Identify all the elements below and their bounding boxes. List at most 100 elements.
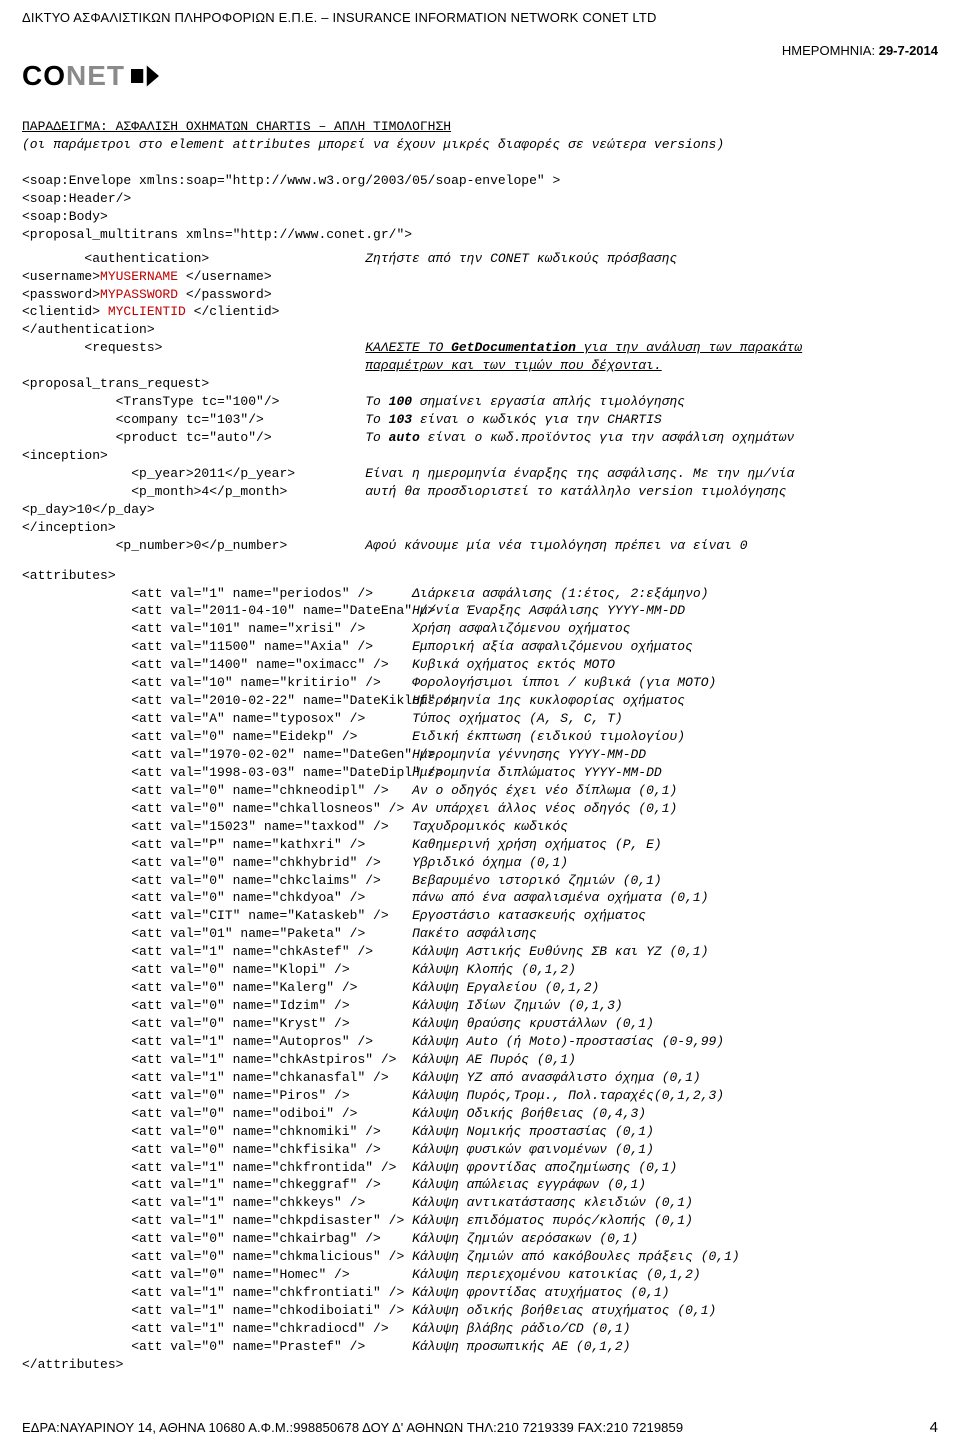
code-comment: Ταχυδρομικός κωδικός (412, 818, 938, 836)
code-left: <att val="0" name="chkallosneos" /> (22, 800, 412, 818)
code-comment: Κάλυψη Αστικής Ευθύνης ΣΒ και ΥΖ (0,1) (412, 943, 938, 961)
page-number: 4 (930, 1419, 938, 1436)
code-comment: Ειδική έκπτωση (ειδικού τιμολογίου) (412, 728, 938, 746)
code-attr-line: <att val="1" name="chkkeys" />Κάλυψη αντ… (22, 1194, 938, 1212)
code-left: <att val="2010-02-22" name="DateKiklof" … (22, 692, 412, 710)
code-left: <att val="2011-04-10" name="DateEna" /> (22, 602, 412, 620)
logo-text-black: CO (22, 60, 66, 91)
code-comment: Κάλυψη Νομικής προστασίας (0,1) (412, 1123, 938, 1141)
code-attr-line: <att val="0" name="Piros" />Κάλυψη Πυρός… (22, 1087, 938, 1105)
code-left: <att val="15023" name="taxkod" /> (22, 818, 412, 836)
code-left: <att val="0" name="chknomiki" /> (22, 1123, 412, 1141)
logo-text-gray: NET (66, 60, 125, 91)
code-left: <att val="0" name="chkmalicious" /> (22, 1248, 412, 1266)
code-attr-line: <att val="1" name="chkodiboiati" />Κάλυψ… (22, 1302, 938, 1320)
code-left: <att val="1" name="Autopros" /> (22, 1033, 412, 1051)
code-left: <p_month>4</p_month> (22, 483, 365, 501)
code-block: <soap:Envelope xmlns:soap="http://www.w3… (22, 172, 938, 1374)
code-comment: Υβριδικό όχημα (0,1) (412, 854, 938, 872)
code-comment: Κάλυψη οδικής βοήθειας ατυχήματος (0,1) (412, 1302, 938, 1320)
code-comment: Κάλυψη αντικατάστασης κλειδιών (0,1) (412, 1194, 938, 1212)
code-attr-line: <att val="2011-04-10" name="DateEna" />Η… (22, 602, 938, 620)
code-line: <product tc="auto"/> Το auto είναι ο κωδ… (22, 429, 938, 447)
clientid-value: MYCLIENTID (108, 304, 194, 319)
code-comment: Χρήση ασφαλιζόμενου οχήματος (412, 620, 938, 638)
code-left: <att val="01" name="Paketa" /> (22, 925, 412, 943)
code-attr-line: <att val="01" name="Paketa" />Πακέτο ασφ… (22, 925, 938, 943)
code-attr-line: <att val="15023" name="taxkod" />Ταχυδρο… (22, 818, 938, 836)
code-comment: Εργοστάσιο κατασκευής οχήματος (412, 907, 938, 925)
code-comment: Είναι η ημερομηνία έναρξης της ασφάλισης… (365, 465, 938, 483)
code-left: <att val="0" name="Kryst" /> (22, 1015, 412, 1033)
code-left: <att val="0" name="chkclaims" /> (22, 872, 412, 890)
code-comment: Κάλυψη Πυρός,Τρομ., Πολ.ταραχές(0,1,2,3) (412, 1087, 938, 1105)
code-attr-line: <att val="0" name="Kalerg" />Κάλυψη Εργα… (22, 979, 938, 997)
code-attr-line: <att val="0" name="chkdyoa" />πάνω από έ… (22, 889, 938, 907)
code-left: <att val="1" name="chkradiocd" /> (22, 1320, 412, 1338)
code-attr-line: <att val="A" name="typosox" />Τύπος οχήμ… (22, 710, 938, 728)
code-attr-line: <att val="0" name="Eidekp" />Ειδική έκπτ… (22, 728, 938, 746)
code-comment: ΚΑΛΕΣΤΕ ΤΟ GetDocumentation για την ανάλ… (365, 339, 938, 357)
code-line: </inception> (22, 519, 938, 537)
code-left: <att val="0" name="chkfisika" /> (22, 1141, 412, 1159)
code-line: </attributes> (22, 1356, 938, 1374)
code-line: <p_day>10</p_day> (22, 501, 938, 519)
code-left: <att val="0" name="chkdyoa" /> (22, 889, 412, 907)
code-left: <att val="1" name="chkfrontiati" /> (22, 1284, 412, 1302)
code-attr-line: <att val="0" name="chkclaims" />Βεβαρυμέ… (22, 872, 938, 890)
code-attr-line: <att val="0" name="chkmalicious" />Κάλυψ… (22, 1248, 938, 1266)
code-left: <company tc="103"/> (22, 411, 365, 429)
code-comment: Τύπος οχήματος (A, S, C, T) (412, 710, 938, 728)
code-comment: παραμέτρων και των τιμών που δέχονται. (365, 357, 938, 375)
code-comment: Κάλυψη περιεχομένου κατοικίας (0,1,2) (412, 1266, 938, 1284)
code-left: <att val="0" name="Piros" /> (22, 1087, 412, 1105)
code-left: <att val="1998-03-03" name="DateDipl" /> (22, 764, 412, 782)
code-line: <p_month>4</p_month> αυτή θα προσδιοριστ… (22, 483, 938, 501)
code-comment: Κάλυψη φροντίδας αποζημίωσης (0,1) (412, 1159, 938, 1177)
code-left: <att val="1970-02-02" name="DateGen" /> (22, 746, 412, 764)
code-comment: Κάλυψη φροντίδας ατυχήματος (0,1) (412, 1284, 938, 1302)
code-attr-line: <att val="0" name="Prastef" />Κάλυψη προ… (22, 1338, 938, 1356)
code-comment: Πακέτο ασφάλισης (412, 925, 938, 943)
code-left: <att val="0" name="chkhybrid" /> (22, 854, 412, 872)
code-left: <att val="1" name="periodos" /> (22, 585, 412, 603)
code-left: <authentication> (22, 250, 365, 268)
code-left: <att val="11500" name="Axia" /> (22, 638, 412, 656)
code-comment: Κάλυψη ΥΖ από ανασφάλιστο όχημα (0,1) (412, 1069, 938, 1087)
code-left: <att val="0" name="Prastef" /> (22, 1338, 412, 1356)
code-line: </authentication> (22, 321, 938, 339)
code-line: <TransType tc="100"/> Το 100 σημαίνει ερ… (22, 393, 938, 411)
code-comment: Ημερομηνία διπλώματος YYYY-MM-DD (412, 764, 938, 782)
code-left: <att val="1" name="chkAstef" /> (22, 943, 412, 961)
code-line: <clientid> MYCLIENTID </clientid> (22, 303, 938, 321)
code-attr-line: <att val="1" name="chkanasfal" />Κάλυψη … (22, 1069, 938, 1087)
code-comment: Ημ/νία Έναρξης Ασφάλισης YYYY-MM-DD (412, 602, 938, 620)
doc-title: ΠΑΡΑΔΕΙΓΜΑ: ΑΣΦΑΛΙΣΗ ΟΧΗΜΑΤΩΝ CHARTIS – … (22, 118, 938, 136)
code-left: <att val="0" name="Eidekp" /> (22, 728, 412, 746)
code-comment: Διάρκεια ασφάλισης (1:έτος, 2:εξάμηνο) (412, 585, 938, 603)
code-line: <requests> ΚΑΛΕΣΤΕ ΤΟ GetDocumentation γ… (22, 339, 938, 357)
code-attr-line: <att val="0" name="chkneodipl" />Αν ο οδ… (22, 782, 938, 800)
doc-subtitle: (οι παράμετροι στο element attributes μπ… (22, 136, 938, 154)
code-comment: πάνω από ένα ασφαλισμένα οχήματα (0,1) (412, 889, 938, 907)
code-attr-line: <att val="0" name="Kryst" />Κάλυψη θραύσ… (22, 1015, 938, 1033)
code-left: <att val="0" name="Klopi" /> (22, 961, 412, 979)
code-comment: Κάλυψη Ιδίων ζημιών (0,1,3) (412, 997, 938, 1015)
code-comment: Κυβικά οχήματος εκτός ΜΟΤΟ (412, 656, 938, 674)
code-attr-line: <att val="10" name="kritirio" />Φορολογή… (22, 674, 938, 692)
code-left: <att val="10" name="kritirio" /> (22, 674, 412, 692)
code-attr-line: <att val="0" name="chkairbag" />Κάλυψη ζ… (22, 1230, 938, 1248)
code-comment: Καθημερινή χρήση οχήματος (P, E) (412, 836, 938, 854)
code-attr-line: <att val="0" name="Klopi" />Κάλυψη Κλοπή… (22, 961, 938, 979)
logo: CONET (22, 60, 938, 92)
code-left: <product tc="auto"/> (22, 429, 365, 447)
code-left: <att val="1" name="chkeggraf" /> (22, 1176, 412, 1194)
code-attr-line: <att val="CIT" name="Kataskeb" />Εργοστά… (22, 907, 938, 925)
code-line: <p_number>0</p_number> Αφού κάνουμε μία … (22, 537, 938, 555)
code-line: <soap:Envelope xmlns:soap="http://www.w3… (22, 172, 938, 190)
code-comment: Κάλυψη Auto (ή Μoto)-προστασίας (0-9,99) (412, 1033, 938, 1051)
code-comment: Κάλυψη θραύσης κρυστάλλων (0,1) (412, 1015, 938, 1033)
code-comment: Αφού κάνουμε μία νέα τιμολόγηση πρέπει ν… (365, 537, 938, 555)
footer-text: ΕΔΡΑ:ΝΑΥΑΡΙΝΟΥ 14, ΑΘΗΝΑ 10680 Α.Φ.Μ.:99… (22, 1420, 683, 1435)
code-attr-line: <att val="1998-03-03" name="DateDipl" />… (22, 764, 938, 782)
